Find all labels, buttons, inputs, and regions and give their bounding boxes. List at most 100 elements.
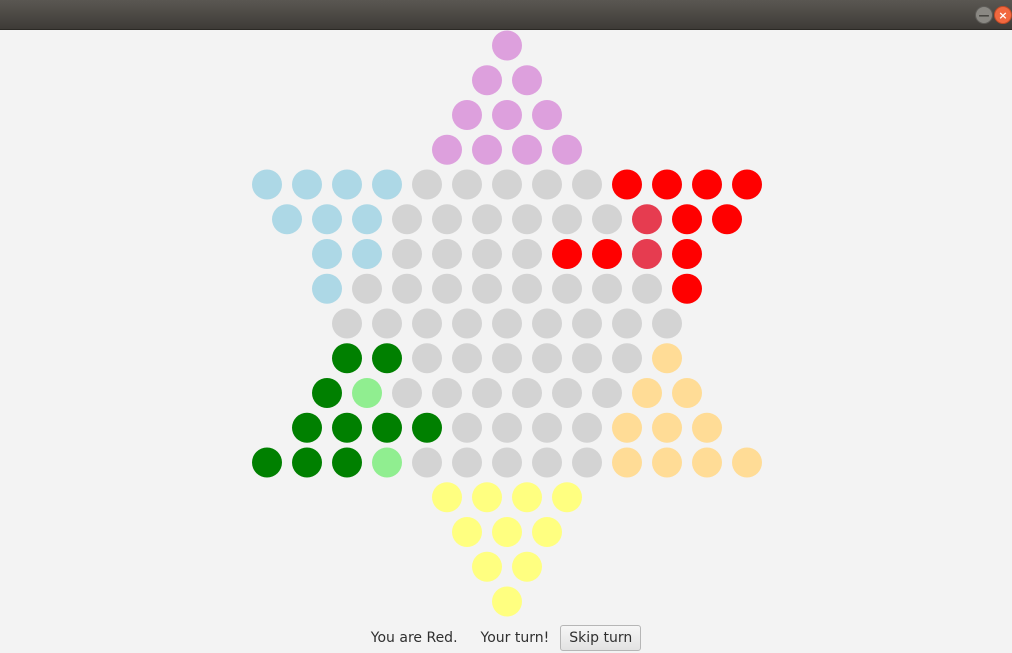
hole-empty[interactable] — [592, 378, 622, 408]
hole-empty[interactable] — [392, 273, 422, 304]
hole-empty[interactable] — [552, 273, 582, 304]
hole-empty[interactable] — [532, 343, 562, 374]
hole-purple[interactable] — [552, 134, 582, 165]
hole-empty[interactable] — [412, 343, 442, 374]
marble-red[interactable] — [692, 169, 722, 200]
hole-empty[interactable] — [572, 447, 602, 478]
hole-blue[interactable] — [292, 169, 322, 200]
hole-blue[interactable] — [352, 204, 382, 235]
hole-empty[interactable] — [492, 343, 522, 374]
hole-blue[interactable] — [272, 204, 302, 235]
hole-empty[interactable] — [412, 447, 442, 478]
hole-empty[interactable] — [452, 343, 482, 374]
marble-red[interactable] — [672, 239, 702, 269]
hole-orange[interactable] — [672, 378, 702, 408]
hole-empty[interactable] — [492, 447, 522, 478]
hole-empty[interactable] — [392, 239, 422, 269]
hole-blue[interactable] — [312, 239, 342, 269]
hole-empty[interactable] — [512, 239, 542, 269]
hole-empty[interactable] — [492, 412, 522, 443]
hole-empty[interactable] — [612, 308, 642, 339]
hole-yellow[interactable] — [512, 551, 542, 582]
hole-empty[interactable] — [572, 343, 602, 374]
hole-empty[interactable] — [532, 412, 562, 443]
hole-empty[interactable] — [532, 169, 562, 200]
hole-yellow[interactable] — [472, 551, 502, 582]
marble-green-highlight[interactable] — [352, 378, 382, 408]
marble-red[interactable] — [712, 204, 742, 235]
marble-green[interactable] — [312, 378, 342, 408]
hole-blue[interactable] — [332, 169, 362, 200]
hole-empty[interactable] — [372, 308, 402, 339]
hole-orange[interactable] — [632, 378, 662, 408]
hole-orange[interactable] — [692, 412, 722, 443]
hole-empty[interactable] — [472, 239, 502, 269]
marble-red[interactable] — [672, 273, 702, 304]
hole-purple[interactable] — [432, 134, 462, 165]
hole-empty[interactable] — [552, 378, 582, 408]
hole-purple[interactable] — [472, 65, 502, 96]
hole-empty[interactable] — [472, 204, 502, 235]
marble-green[interactable] — [332, 447, 362, 478]
hole-empty[interactable] — [332, 308, 362, 339]
hole-purple[interactable] — [472, 134, 502, 165]
hole-empty[interactable] — [392, 204, 422, 235]
hole-empty[interactable] — [432, 273, 462, 304]
hole-empty[interactable] — [492, 308, 522, 339]
marble-green[interactable] — [372, 412, 402, 443]
marble-red[interactable] — [592, 239, 622, 269]
hole-empty[interactable] — [452, 169, 482, 200]
close-icon[interactable]: × — [994, 6, 1012, 24]
hole-purple[interactable] — [532, 100, 562, 130]
hole-empty[interactable] — [512, 204, 542, 235]
hole-orange[interactable] — [692, 447, 722, 478]
skip-turn-button[interactable]: Skip turn — [560, 625, 642, 651]
hole-empty[interactable] — [592, 204, 622, 235]
marble-green[interactable] — [372, 343, 402, 374]
marble-red-selected[interactable] — [632, 204, 662, 235]
hole-purple[interactable] — [492, 100, 522, 130]
hole-empty[interactable] — [572, 308, 602, 339]
hole-blue[interactable] — [312, 204, 342, 235]
marble-green[interactable] — [332, 343, 362, 374]
hole-yellow[interactable] — [432, 482, 462, 513]
hole-empty[interactable] — [632, 273, 662, 304]
hole-empty[interactable] — [572, 169, 602, 200]
marble-green[interactable] — [292, 447, 322, 478]
hole-empty[interactable] — [532, 447, 562, 478]
hole-yellow[interactable] — [452, 517, 482, 547]
hole-empty[interactable] — [552, 204, 582, 235]
marble-red[interactable] — [672, 204, 702, 235]
hole-empty[interactable] — [452, 447, 482, 478]
hole-orange[interactable] — [652, 447, 682, 478]
hole-empty[interactable] — [352, 273, 382, 304]
hole-empty[interactable] — [652, 308, 682, 339]
marble-green-highlight[interactable] — [372, 447, 402, 478]
marble-red[interactable] — [612, 169, 642, 200]
hole-orange[interactable] — [652, 343, 682, 374]
hole-yellow[interactable] — [492, 586, 522, 617]
hole-orange[interactable] — [652, 412, 682, 443]
hole-empty[interactable] — [532, 308, 562, 339]
hole-empty[interactable] — [492, 169, 522, 200]
hole-yellow[interactable] — [512, 482, 542, 513]
hole-empty[interactable] — [512, 378, 542, 408]
hole-empty[interactable] — [452, 308, 482, 339]
hole-empty[interactable] — [392, 378, 422, 408]
hole-empty[interactable] — [412, 169, 442, 200]
hole-yellow[interactable] — [472, 482, 502, 513]
marble-red[interactable] — [732, 169, 762, 200]
hole-empty[interactable] — [572, 412, 602, 443]
hole-yellow[interactable] — [532, 517, 562, 547]
hole-blue[interactable] — [372, 169, 402, 200]
hole-purple[interactable] — [492, 30, 522, 61]
hole-empty[interactable] — [612, 343, 642, 374]
marble-green[interactable] — [412, 412, 442, 443]
hole-orange[interactable] — [732, 447, 762, 478]
hole-empty[interactable] — [592, 273, 622, 304]
hole-empty[interactable] — [432, 378, 462, 408]
hole-yellow[interactable] — [552, 482, 582, 513]
hole-blue[interactable] — [312, 273, 342, 304]
hole-empty[interactable] — [412, 308, 442, 339]
hole-empty[interactable] — [452, 412, 482, 443]
